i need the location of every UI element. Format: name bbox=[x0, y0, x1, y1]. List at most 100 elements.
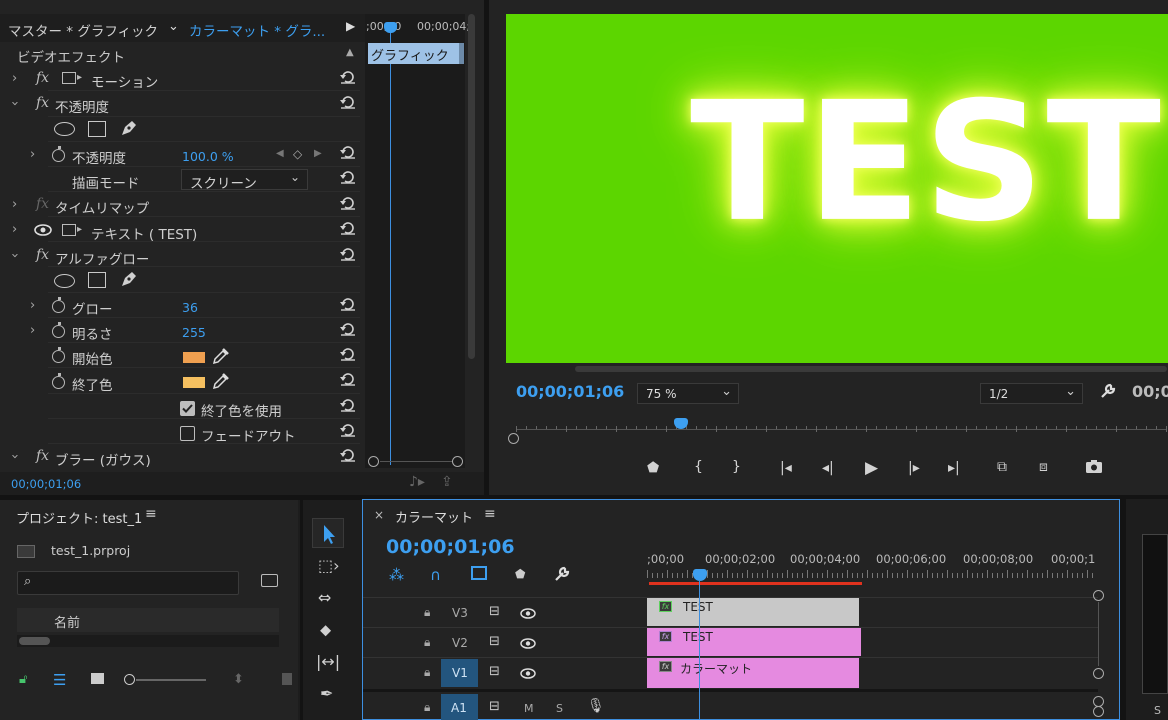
param-brightness-value[interactable]: 255 bbox=[182, 325, 206, 340]
effect-timecode[interactable]: 00;00;01;06 bbox=[11, 477, 81, 491]
mark-out-icon[interactable]: } bbox=[732, 459, 741, 475]
reset-parameter-icon[interactable] bbox=[339, 70, 357, 84]
track-v3-label[interactable]: V3 bbox=[452, 606, 468, 620]
fx-icon[interactable]: fx bbox=[36, 95, 49, 111]
mark-in-icon[interactable]: { bbox=[694, 459, 703, 475]
eye-icon[interactable] bbox=[520, 638, 536, 653]
lock-icon[interactable]: 🔓︎ bbox=[19, 672, 27, 687]
lock-icon[interactable]: 🔒︎ bbox=[424, 635, 430, 650]
fx-icon[interactable]: fx bbox=[36, 448, 49, 464]
wrench-icon[interactable] bbox=[1099, 382, 1117, 404]
program-frame[interactable]: TEST bbox=[506, 14, 1168, 363]
snap-nest-icon[interactable]: ⁂ bbox=[389, 566, 404, 584]
microphone-icon[interactable]: 🎙︎ bbox=[587, 698, 605, 714]
param-opacity-value[interactable]: 100.0 % bbox=[182, 149, 234, 164]
reset-parameter-icon[interactable] bbox=[339, 322, 357, 336]
export-icon[interactable]: ⇪ bbox=[441, 474, 453, 490]
eyedropper-icon[interactable] bbox=[212, 347, 230, 369]
play-icon[interactable]: ▶ bbox=[865, 458, 878, 478]
eyedropper-icon[interactable] bbox=[212, 372, 230, 394]
timeline-settings-icon[interactable] bbox=[553, 565, 571, 587]
rectangle-mask-icon[interactable] bbox=[88, 121, 106, 137]
monitor-timecode-right[interactable]: 00;0 bbox=[1132, 382, 1168, 401]
mini-playhead[interactable] bbox=[384, 22, 397, 33]
collapse-arrow-icon[interactable]: ▲ bbox=[346, 47, 354, 58]
reset-parameter-icon[interactable] bbox=[339, 398, 357, 412]
track-v1-target[interactable]: V1 bbox=[441, 659, 478, 687]
monitor-timecode[interactable]: 00;00;01;06 bbox=[516, 382, 624, 401]
export-frame-icon[interactable] bbox=[1085, 459, 1103, 478]
lock-icon[interactable]: 🔒︎ bbox=[424, 605, 430, 620]
vertical-scrollbar[interactable] bbox=[468, 14, 475, 359]
zoom-select[interactable]: 75 % ⌄ bbox=[637, 383, 739, 404]
tab-active-clip[interactable]: カラーマット * グラ... bbox=[189, 20, 325, 40]
clip-v1-color-matte[interactable]: fx カラーマット bbox=[647, 658, 859, 688]
close-tab-icon[interactable]: × bbox=[374, 508, 384, 522]
stopwatch-icon[interactable] bbox=[52, 347, 65, 363]
column-name-header[interactable]: 名前 bbox=[54, 612, 80, 631]
expand-chevron-icon[interactable]: › bbox=[12, 197, 17, 212]
reset-parameter-icon[interactable] bbox=[339, 196, 357, 210]
slip-tool-icon[interactable]: |↔| bbox=[316, 652, 340, 671]
marker-icon[interactable]: ⬟ bbox=[647, 460, 659, 476]
step-back-icon[interactable]: ◂| bbox=[822, 460, 834, 476]
end-color-swatch[interactable] bbox=[183, 377, 205, 388]
stopwatch-icon[interactable] bbox=[52, 146, 65, 162]
reset-parameter-icon[interactable] bbox=[339, 297, 357, 311]
new-bin-icon[interactable] bbox=[261, 574, 278, 587]
clip-bar-graphic[interactable]: グラフィック bbox=[368, 43, 460, 64]
expand-chevron-icon[interactable]: › bbox=[30, 298, 35, 313]
track-a1-target[interactable]: A1 bbox=[441, 694, 478, 720]
monitor-scrubber[interactable] bbox=[506, 418, 1168, 444]
use-end-color-checkbox[interactable] bbox=[180, 401, 195, 416]
sync-lock-icon[interactable]: ⊟ bbox=[489, 664, 500, 679]
ripple-edit-tool-icon[interactable]: ⇔ bbox=[318, 588, 331, 607]
reset-parameter-icon[interactable] bbox=[339, 247, 357, 261]
fx-icon[interactable]: fx bbox=[36, 70, 49, 86]
prev-keyframe-icon[interactable]: ◀ bbox=[276, 148, 284, 159]
eye-icon[interactable] bbox=[520, 668, 536, 683]
add-marker-icon[interactable]: ⬟ bbox=[515, 567, 525, 581]
expand-chevron-icon[interactable]: › bbox=[12, 71, 17, 86]
sync-lock-icon[interactable]: ⊟ bbox=[489, 634, 500, 649]
stopwatch-icon[interactable] bbox=[52, 373, 65, 389]
reset-parameter-icon[interactable] bbox=[339, 95, 357, 109]
expand-chevron-icon[interactable]: › bbox=[12, 222, 17, 237]
next-keyframe-icon[interactable]: ▶ bbox=[314, 148, 322, 159]
expand-chevron-icon[interactable]: › bbox=[30, 147, 35, 162]
linked-selection-icon[interactable] bbox=[471, 566, 487, 580]
sort-icon[interactable]: ⬍ bbox=[233, 672, 244, 687]
panel-menu-icon[interactable]: ≡ bbox=[484, 506, 496, 522]
reset-parameter-icon[interactable] bbox=[339, 372, 357, 386]
lock-icon[interactable]: 🔒︎ bbox=[424, 700, 430, 715]
mute-button[interactable]: M bbox=[524, 702, 534, 715]
stopwatch-icon[interactable] bbox=[52, 322, 65, 338]
go-to-out-icon[interactable]: ▸| bbox=[948, 460, 960, 476]
param-glow-value[interactable]: 36 bbox=[182, 300, 198, 315]
resolution-select[interactable]: 1/2 ⌄ bbox=[980, 383, 1083, 404]
work-area-bar[interactable] bbox=[649, 582, 862, 585]
horizontal-scrollbar[interactable] bbox=[17, 635, 279, 647]
icon-view-icon[interactable] bbox=[91, 673, 104, 684]
tab-master[interactable]: マスター * グラフィック bbox=[8, 20, 158, 40]
track-select-tool-icon[interactable]: ⬚› bbox=[318, 556, 340, 575]
pen-mask-icon[interactable] bbox=[119, 269, 139, 293]
reset-parameter-icon[interactable] bbox=[339, 170, 357, 184]
collapse-chevron-icon[interactable]: › bbox=[7, 454, 22, 459]
list-view-icon[interactable]: ☰ bbox=[53, 671, 66, 689]
timeline-timecode[interactable]: 00;00;01;06 bbox=[386, 536, 515, 558]
snap-magnet-icon[interactable]: ∩ bbox=[430, 566, 441, 584]
video-track-scrollbar[interactable] bbox=[1093, 590, 1104, 690]
extract-icon[interactable]: ⧈ bbox=[1039, 459, 1048, 475]
fx-icon[interactable]: fx bbox=[36, 247, 49, 263]
stopwatch-icon[interactable] bbox=[52, 297, 65, 313]
reset-parameter-icon[interactable] bbox=[339, 347, 357, 361]
go-to-in-icon[interactable]: |◂ bbox=[780, 460, 792, 476]
track-v2-label[interactable]: V2 bbox=[452, 636, 468, 650]
zoom-slider[interactable] bbox=[124, 674, 206, 686]
reset-parameter-icon[interactable] bbox=[339, 448, 357, 462]
search-input[interactable]: ⌕ bbox=[17, 571, 239, 595]
expand-chevron-icon[interactable]: › bbox=[30, 323, 35, 338]
zoom-bar[interactable] bbox=[368, 456, 463, 467]
ellipse-mask-icon[interactable] bbox=[54, 122, 75, 136]
